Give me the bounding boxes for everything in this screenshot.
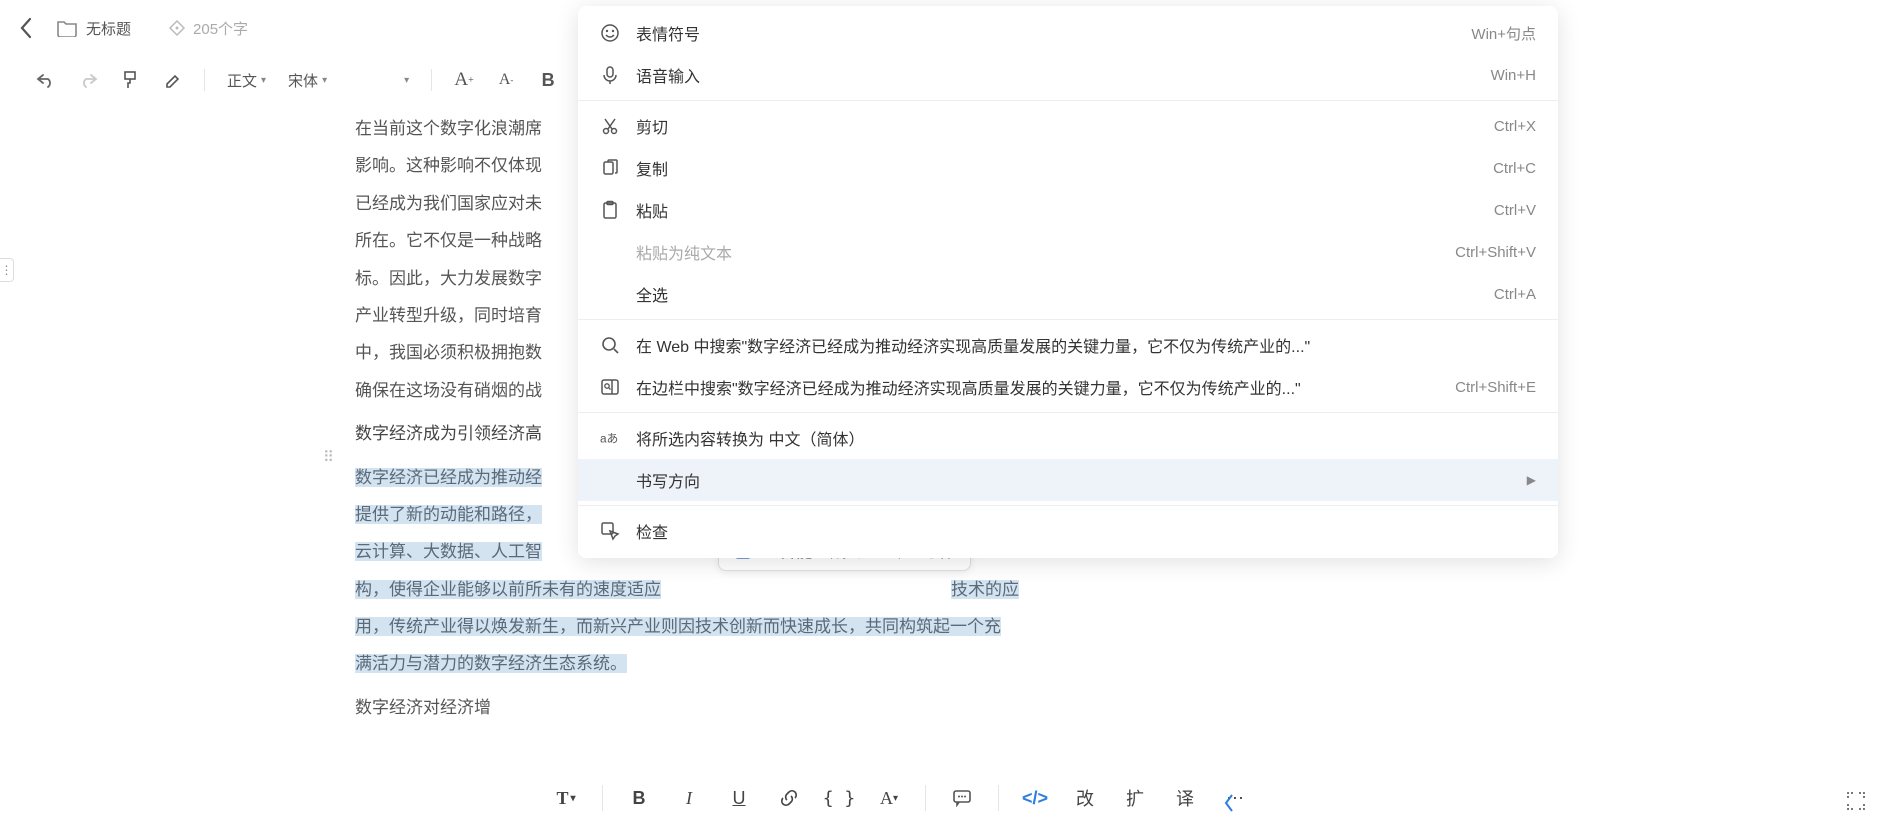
menu-item-label: 剪切 xyxy=(636,114,1478,138)
blank-icon xyxy=(600,284,620,304)
context-menu-item: 粘贴为纯文本 Ctrl+Shift+V xyxy=(578,231,1558,273)
bold-button[interactable]: B xyxy=(621,780,657,816)
translate-icon: aあ xyxy=(600,428,620,448)
paragraph[interactable]: 数字经济对经济增 xyxy=(355,689,1135,726)
font-color-dropdown[interactable]: A ▾ xyxy=(871,780,907,816)
left-panel-toggle[interactable]: ⋮ xyxy=(0,258,14,282)
undo-button[interactable] xyxy=(36,70,56,90)
menu-item-label: 粘贴 xyxy=(636,198,1478,222)
font-family-dropdown[interactable]: 宋体 ▾ xyxy=(288,70,327,91)
floating-format-toolbar: T ▾ B I U { } A ▾ </> 改 扩 译 ⋯ xyxy=(528,768,1273,828)
paragraph-style-dropdown[interactable]: 正文 ▾ xyxy=(227,70,266,91)
menu-item-label: 复制 xyxy=(636,156,1477,180)
context-menu-item[interactable]: 表情符号 Win+句点 xyxy=(578,12,1558,54)
shortcut-label: Ctrl+A xyxy=(1494,286,1536,303)
translate-button[interactable]: 译 xyxy=(1167,780,1203,816)
context-menu-item[interactable]: 语音输入 Win+H xyxy=(578,54,1558,96)
sidebar-search-icon xyxy=(600,377,620,397)
context-menu-item[interactable]: 复制 Ctrl+C xyxy=(578,147,1558,189)
decrease-font-button[interactable]: A- xyxy=(496,70,516,90)
search-icon xyxy=(600,335,620,355)
bold-button[interactable]: B xyxy=(538,70,558,90)
shortcut-label: Ctrl+X xyxy=(1494,118,1536,135)
word-count[interactable]: 205个字 xyxy=(167,18,248,39)
context-menu-item[interactable]: 在 Web 中搜索"数字经济已经成为推动经济实现高质量发展的关键力量，它不仅为传… xyxy=(578,324,1558,366)
chevron-down-icon: ▾ xyxy=(322,75,327,86)
blank-icon xyxy=(600,470,620,490)
menu-item-label: 将所选内容转换为 中文（简体） xyxy=(636,426,1536,450)
shortcut-label: Ctrl+Shift+E xyxy=(1455,379,1536,396)
shortcut-label: Win+句点 xyxy=(1471,23,1536,44)
collapse-toolbar-button[interactable] xyxy=(1222,792,1236,814)
rewrite-button[interactable]: 改 xyxy=(1067,780,1103,816)
mic-icon xyxy=(600,65,620,85)
menu-item-label: 表情符号 xyxy=(636,21,1455,45)
fullscreen-button[interactable] xyxy=(1845,790,1867,812)
emoji-icon xyxy=(600,23,620,43)
increase-font-button[interactable]: A+ xyxy=(454,70,474,90)
text-style-dropdown[interactable]: T ▾ xyxy=(548,780,584,816)
menu-item-label: 在边栏中搜索"数字经济已经成为推动经济实现高质量发展的关键力量，它不仅为传统产业… xyxy=(636,375,1439,399)
drag-handle-icon[interactable]: ⠿ xyxy=(323,448,336,466)
chevron-right-icon: ▶ xyxy=(1527,473,1536,487)
blank-icon xyxy=(600,242,620,262)
svg-text:aあ: aあ xyxy=(600,432,618,446)
copy-icon xyxy=(600,158,620,178)
font-size-dropdown[interactable]: ▾ xyxy=(349,75,409,86)
chevron-down-icon: ▾ xyxy=(261,75,266,86)
context-menu-item[interactable]: 全选 Ctrl+A xyxy=(578,273,1558,315)
code-button[interactable]: </> xyxy=(1017,780,1053,816)
context-menu: 表情符号 Win+句点语音输入 Win+H 剪切 Ctrl+X 复制 Ctrl+C 粘贴 Ctr… xyxy=(578,6,1558,558)
context-menu-item[interactable]: 书写方向 ▶ xyxy=(578,459,1558,501)
menu-item-label: 在 Web 中搜索"数字经济已经成为推动经济实现高质量发展的关键力量，它不仅为传… xyxy=(636,333,1536,357)
tag-icon xyxy=(167,18,187,38)
shortcut-label: Ctrl+C xyxy=(1493,160,1536,177)
underline-button[interactable]: U xyxy=(721,780,757,816)
context-menu-item[interactable]: aあ 将所选内容转换为 中文（简体） xyxy=(578,417,1558,459)
link-button[interactable] xyxy=(771,780,807,816)
context-menu-item[interactable]: 在边栏中搜索"数字经济已经成为推动经济实现高质量发展的关键力量，它不仅为传统产业… xyxy=(578,366,1558,408)
italic-button[interactable]: I xyxy=(671,780,707,816)
redo-button[interactable] xyxy=(78,70,98,90)
context-menu-item[interactable]: 粘贴 Ctrl+V xyxy=(578,189,1558,231)
word-count-text: 205个字 xyxy=(193,18,248,39)
menu-item-label: 书写方向 xyxy=(636,468,1511,492)
menu-item-label: 检查 xyxy=(636,519,1536,543)
doc-title: 无标题 xyxy=(86,18,131,39)
shortcut-label: Ctrl+V xyxy=(1494,202,1536,219)
eraser-button[interactable] xyxy=(162,70,182,90)
context-menu-item[interactable]: 检查 xyxy=(578,510,1558,552)
doc-title-wrap[interactable]: 无标题 xyxy=(56,18,131,39)
expand-button[interactable]: 扩 xyxy=(1117,780,1153,816)
menu-item-label: 粘贴为纯文本 xyxy=(636,240,1439,264)
back-button[interactable] xyxy=(12,14,40,42)
comment-button[interactable] xyxy=(944,780,980,816)
shortcut-label: Win+H xyxy=(1491,67,1536,84)
menu-item-label: 语音输入 xyxy=(636,63,1475,87)
code-block-button[interactable]: { } xyxy=(821,780,857,816)
paste-icon xyxy=(600,200,620,220)
chevron-down-icon: ▾ xyxy=(404,75,409,86)
format-painter-button[interactable] xyxy=(120,70,140,90)
menu-item-label: 全选 xyxy=(636,282,1478,306)
context-menu-item[interactable]: 剪切 Ctrl+X xyxy=(578,105,1558,147)
inspect-icon xyxy=(600,521,620,541)
folder-icon xyxy=(56,19,78,37)
cut-icon xyxy=(600,116,620,136)
shortcut-label: Ctrl+Shift+V xyxy=(1455,244,1536,261)
